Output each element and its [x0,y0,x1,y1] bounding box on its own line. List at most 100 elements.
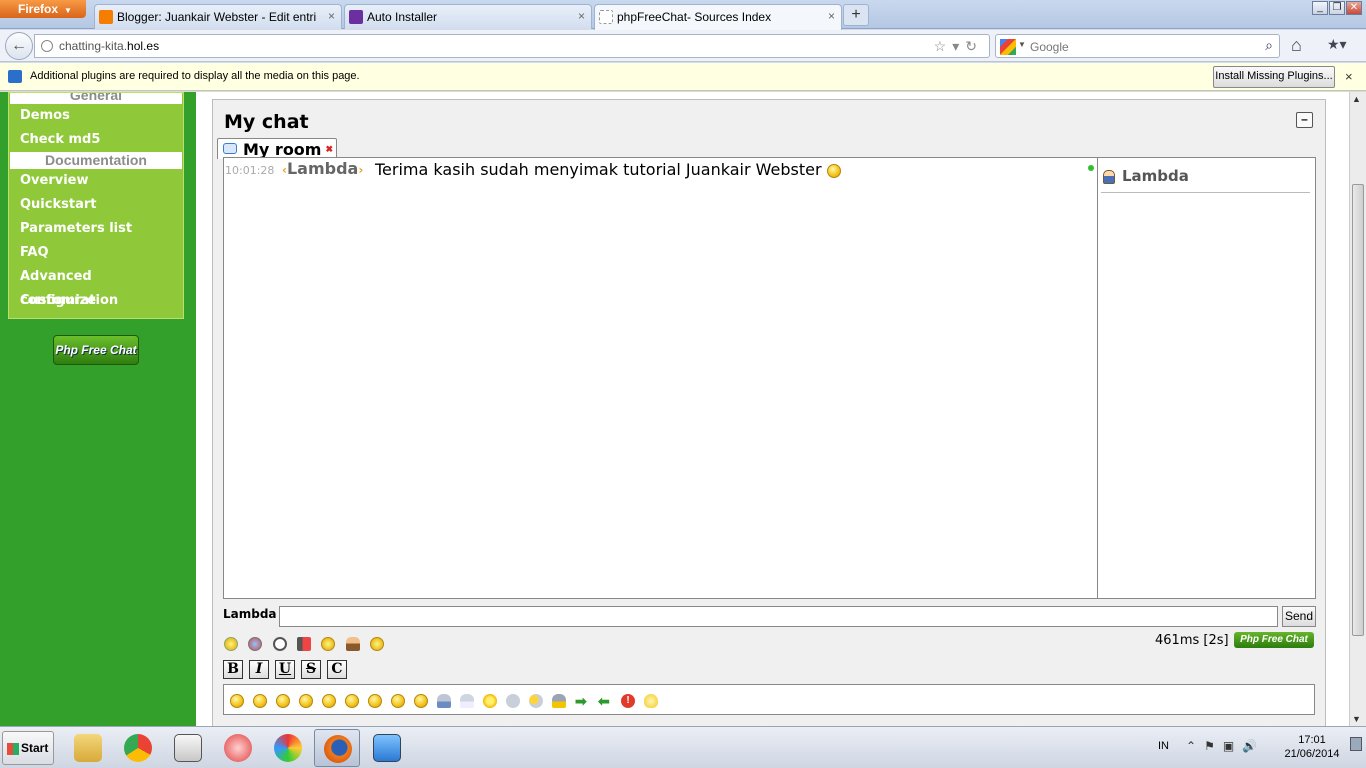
taskbar-firefox[interactable] [314,729,360,767]
color-button[interactable]: C [327,660,347,679]
warning-icon[interactable]: ! [621,693,635,708]
scroll-down-icon[interactable]: ▼ [1352,714,1361,724]
install-plugins-button[interactable]: Install Missing Plugins... [1213,66,1335,88]
partly-sunny-icon[interactable] [529,693,543,708]
taskbar-paint[interactable] [265,729,311,767]
sound-icon[interactable] [297,636,312,651]
tab-blogger[interactable]: Blogger: Juankair Webster - Edit entri × [94,4,342,29]
user-name[interactable]: Lambda [1122,167,1189,185]
bold-button[interactable]: B [223,660,243,679]
close-tab-icon[interactable]: × [828,9,835,23]
installer-favicon-icon [349,10,363,24]
minimize-chat-button[interactable]: – [1296,112,1313,128]
sun-icon[interactable] [483,693,497,708]
language-indicator[interactable]: IN [1158,740,1169,752]
close-tab-icon[interactable]: × [578,9,585,23]
network-icon[interactable]: ▣ [1223,739,1242,753]
storm-icon[interactable] [552,693,566,708]
colors-icon[interactable] [248,636,263,651]
phpfreechat-logo[interactable]: Php Free Chat [53,335,139,365]
google-icon[interactable] [1000,39,1016,55]
volume-icon[interactable]: 🔊 [1242,739,1265,753]
happy-icon[interactable] [391,693,405,708]
sidebar: General Demos Check md5 Documentation Ov… [8,92,184,319]
taskbar-video-player[interactable] [364,729,410,767]
emoticon-toggle-icon[interactable] [370,636,385,651]
message-input[interactable] [279,606,1278,627]
vertical-scrollbar[interactable]: ▲ ▼ [1349,92,1366,726]
wink-icon[interactable] [368,693,382,708]
reload-icon[interactable]: ↻ [965,38,983,54]
scroll-up-icon[interactable]: ▲ [1352,94,1361,104]
cool-icon[interactable] [345,693,359,708]
sidebar-item-check-md5[interactable]: Check md5 [9,128,183,152]
laugh-icon[interactable] [253,693,267,708]
sidebar-item-demos[interactable]: Demos [9,104,183,128]
cloud-icon[interactable] [506,693,520,708]
close-tab-icon[interactable]: × [328,9,335,23]
taskbar-chrome[interactable] [115,729,161,767]
taskbar-snipping[interactable] [215,729,261,767]
strike-button[interactable]: S [301,660,321,679]
sidebar-item-customize[interactable]: Customize [9,289,183,313]
firefox-menu-button[interactable]: Firefox ▼ [0,0,86,18]
search-input[interactable]: Google [1030,40,1069,54]
arrow-right-icon[interactable]: ➡ [575,694,589,708]
idea-icon[interactable] [644,693,658,708]
bookmarks-icon[interactable]: ★▾ [1327,36,1347,53]
phpfreechat-mini-logo[interactable]: Php Free Chat [1234,632,1314,648]
minimize-window-button[interactable]: _ [1312,1,1328,15]
emoticon-icon[interactable] [321,636,336,651]
star-icon[interactable]: ☆ [934,38,953,54]
send-button[interactable]: Send [1282,606,1316,627]
rain-icon[interactable] [437,693,451,708]
tab-my-room[interactable]: My room ✖ [217,138,337,159]
sidebar-item-advanced-configuration[interactable]: Advanced configuration [9,265,183,308]
show-desktop-button[interactable] [1350,737,1362,751]
nickname-label[interactable]: Lambda [223,607,277,621]
close-room-icon[interactable]: ✖ [325,144,333,155]
taskbar-media-player[interactable] [165,729,211,767]
sad-icon[interactable] [322,693,336,708]
blogger-favicon-icon [99,10,113,24]
snow-icon[interactable] [460,693,474,708]
flag-icon[interactable]: ⚑ [1204,739,1223,753]
surprised-icon[interactable] [276,693,290,708]
system-clock[interactable]: 17:01 21/06/2014 [1282,733,1342,761]
restore-window-button[interactable]: ❐ [1329,1,1345,15]
new-tab-button[interactable]: + [843,4,869,26]
sidebar-item-quickstart[interactable]: Quickstart [9,193,183,217]
sidebar-item-overview[interactable]: Overview [9,169,183,193]
clock-icon[interactable] [272,636,287,651]
url-bar[interactable]: chatting-kita.hol.es ☆▾↻ [34,34,990,58]
tongue-icon[interactable] [414,693,428,708]
sidebar-item-faq[interactable]: FAQ [9,241,183,265]
chevron-down-icon[interactable]: ▼ [1018,40,1026,49]
tab-auto-installer[interactable]: Auto Installer × [344,4,592,29]
arrow-left-icon[interactable]: ⬅ [598,694,612,708]
start-button[interactable]: Start [2,731,54,765]
chat-container: My chat – My room ✖ 10:01:28 ‹Lambda› Te… [212,99,1326,726]
user-icon[interactable] [345,636,360,651]
scrollbar-thumb[interactable] [1352,184,1364,636]
close-notification-icon[interactable]: × [1345,69,1353,84]
show-hidden-icons-icon[interactable]: ⌃ [1186,739,1204,753]
home-icon[interactable]: ⌂ [1291,35,1302,56]
tab-label: Auto Installer [367,10,438,24]
smile-icon[interactable] [230,693,244,708]
close-window-button[interactable]: ✕ [1346,1,1362,15]
message-nick[interactable]: ‹Lambda› [282,159,363,178]
chevron-down-icon: ▼ [64,6,72,15]
message-area: 10:01:28 ‹Lambda› Terima kasih sudah men… [223,157,1098,599]
back-button[interactable]: ← [5,32,33,60]
smiley-icon[interactable] [224,636,238,651]
dropdown-icon[interactable]: ▾ [952,38,965,54]
sidebar-item-parameters-list[interactable]: Parameters list [9,217,183,241]
search-bar[interactable]: ▼ Google ⌕ [995,34,1280,58]
underline-button[interactable]: U [275,660,295,679]
taskbar-file-explorer[interactable] [65,729,111,767]
search-icon[interactable]: ⌕ [1265,37,1273,54]
grin-icon[interactable] [299,693,313,708]
tab-phpfreechat[interactable]: phpFreeChat- Sources Index × [594,4,842,30]
italic-button[interactable]: I [249,660,269,679]
